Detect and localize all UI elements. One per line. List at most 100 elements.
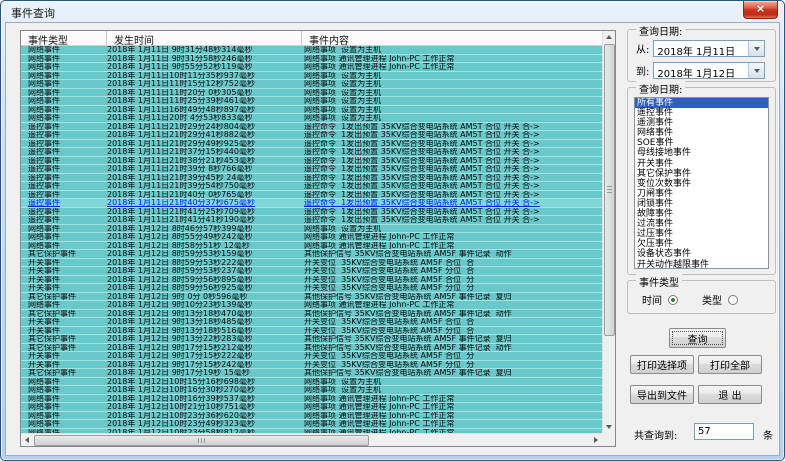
table-row[interactable]: 开关事件2018年 1月12日 9时13分18秒485毫秒开关变位 35KV综合… [21,318,602,327]
table-cell: 网络事项 通讯管理进程 John-PC 工作正常 [302,55,602,63]
horizontal-scrollbar[interactable] [21,433,602,446]
radio-type[interactable] [728,295,738,305]
list-item[interactable]: 过压事件 [635,229,768,239]
list-item[interactable]: 开关事件 [635,159,768,169]
vertical-scroll-thumb[interactable] [604,44,615,336]
table-row[interactable]: 网络事件2018年 1月12日 8时46分57秒399毫秒网络事项 设置为主机 [21,225,602,234]
table-row[interactable]: 网络事件2018年 1月12日10时21分10秒751毫秒网络事项 通讯管理进程… [21,403,602,412]
table-row[interactable]: 网络事件2018年 1月12日10时15分16秒698毫秒网络事项 设置为主机 [21,378,602,387]
list-item[interactable]: 遥测事件 [635,118,768,128]
table-row[interactable]: 网络事件2018年 1月12日 8时55分49秒242毫秒网络事项 通讯管理进程… [21,233,602,242]
table-row[interactable]: 网络事件2018年 1月11日 9时31分58秒246毫秒网络事项 通讯管理进程… [21,55,602,64]
table-row[interactable]: 遥控事件2018年 1月11日21时38分21秒453毫秒遥控命令 1发出预置 … [21,157,602,166]
table-row[interactable]: 遥控事件2018年 1月11日21时41分41秒190毫秒遥控命令 1发出预置 … [21,216,602,225]
table-row[interactable]: 网络事件2018年 1月11日 9时55分52秒119毫秒网络事项 通讯管理进程… [21,63,602,72]
list-item[interactable]: 开关动作越限事件 [635,260,768,270]
table-row[interactable]: 遥控事件2018年 1月11日21时39分45秒 24毫秒遥控命令 1发出预置 … [21,174,602,183]
table-row[interactable]: 网络事件2018年 1月11日16时49分48秒897毫秒网络事项 设置为主机 [21,106,602,115]
table-cell: 网络事项 通讯管理进程 John-PC 工作正常 [302,233,602,241]
table-row[interactable]: 网络事件2018年 1月12日10时16分30秒270毫秒网络事项 设置为主机 [21,386,602,395]
table-row[interactable]: 开关事件2018年 1月12日 8时59分56秒925毫秒开关变位 35KV综合… [21,284,602,293]
table-cell: 遥控事件 [21,123,107,131]
list-item[interactable]: 过流事件 [635,219,768,229]
table-row[interactable]: 网络事件2018年 1月11日11时15分12秒752毫秒网络事项 设置为主机 [21,80,602,89]
table-row[interactable]: 开关事件2018年 1月12日 8时59分56秒895毫秒开关变位 35KV综合… [21,276,602,285]
table-row[interactable]: 网络事件2018年 1月11日11时20分 0秒305毫秒网络事项 设置为主机 [21,89,602,98]
list-item[interactable]: 网络事件 [635,128,768,138]
list-item[interactable]: 其它保护事件 [635,169,768,179]
list-item[interactable]: 故障事件 [635,209,768,219]
list-item[interactable]: 闭锁事件 [635,199,768,209]
table-row[interactable]: 开关事件2018年 1月12日 9时17分15秒222毫秒开关变位 35KV综合… [21,352,602,361]
list-item[interactable]: 欠压事件 [635,239,768,249]
table-row[interactable]: 开关事件2018年 1月12日 9时13分18秒516毫秒开关变位 35KV综合… [21,327,602,336]
title-bar[interactable]: 事件查询 × [1,1,784,22]
column-header-content[interactable]: 事件内容 [302,31,602,45]
table-row[interactable]: 其它保护事件2018年 1月12日 9时13分22秒283毫秒其他保护信号 35… [21,335,602,344]
table-row[interactable]: 网络事件2018年 1月11日10时11分35秒937毫秒网络事项 设置为主机 [21,72,602,81]
table-cell: 2018年 1月12日 8时46分57秒399毫秒 [107,225,302,233]
from-date-combobox[interactable]: 2018年 1月11日 [653,40,765,57]
list-item[interactable]: 遥控事件 [635,108,768,118]
vertical-scrollbar[interactable] [602,31,615,433]
table-row[interactable]: 开关事件2018年 1月12日 9时17分15秒242毫秒开关变位 35KV综合… [21,361,602,370]
list-item[interactable]: 设备状态事件 [635,249,768,259]
table-row[interactable]: 其它保护事件2018年 1月12日 9时17分19秒 15毫秒其他保护信号 35… [21,369,602,378]
table-row[interactable]: 遥控事件2018年 1月11日21时40分37秒675毫秒遥控命令 1发出预置 … [21,199,602,208]
close-button[interactable]: × [743,1,778,19]
table-row[interactable]: 遥控事件2018年 1月11日21时29分49秒925毫秒遥控命令 1发出预置 … [21,140,602,149]
table-row[interactable]: 遥控事件2018年 1月11日21时41分25秒709毫秒遥控命令 1发出预置 … [21,208,602,217]
table-row[interactable]: 其它保护事件2018年 1月12日 9时13分18秒470毫秒其他保护信号 35… [21,310,602,319]
table-row[interactable]: 其它保护事件2018年 1月12日 9时 0分 0秒596毫秒其他保护信号 35… [21,293,602,302]
scrollbar-corner [602,433,615,446]
radio-time[interactable] [668,295,678,305]
list-item[interactable]: 变位次数事件 [635,179,768,189]
table-cell: 遥控命令 1发出预置 35KV综合变电站系统 AM5T 合位 开关 合-> [302,140,602,148]
table-row[interactable]: 其它保护事件2018年 1月12日 9时17分15秒212毫秒其他保护信号 35… [21,344,602,353]
table-row[interactable]: 网络事件2018年 1月12日10时16分39秒537毫秒网络事项 通讯管理进程… [21,395,602,404]
query-button[interactable]: 查询 [669,328,726,348]
table-row[interactable]: 网络事件2018年 1月12日10时23分36秒620毫秒网络事项 通讯管理进程… [21,412,602,421]
table-row[interactable]: 开关事件2018年 1月12日 8时59分53秒237毫秒开关变位 35KV综合… [21,267,602,276]
export-to-file-button[interactable]: 导出到文件 [630,385,694,404]
scroll-down-button[interactable] [603,421,615,433]
print-selected-button[interactable]: 打印选择项 [630,355,694,374]
table-row[interactable]: 开关事件2018年 1月12日 8时59分53秒222毫秒开关变位 35KV综合… [21,259,602,268]
table-row[interactable]: 网络事件2018年 1月12日 9时10分23秒139毫秒网络事项 通讯管理进程… [21,301,602,310]
table-row[interactable]: 网络事件2018年 1月11日11时25分39秒461毫秒网络事项 设置为主机 [21,97,602,106]
table-row[interactable]: 网络事件2018年 1月11日20时 4分53秒833毫秒网络事项 设置为主机 [21,114,602,123]
list-item[interactable]: 所有事件 [635,98,768,108]
column-header-type[interactable]: 事件类型 [21,31,107,45]
table-row[interactable]: 遥控事件2018年 1月11日21时37分15秒440毫秒遥控命令 1发出预置 … [21,148,602,157]
scroll-up-button[interactable] [603,31,615,43]
print-all-button[interactable]: 打印全部 [698,355,762,374]
table-cell: 遥控命令 1发出预置 35KV综合变电站系统 AM5T 合位 开关 合-> [302,174,602,182]
table-row[interactable]: 遥控事件2018年 1月11日21时29分24秒804毫秒遥控命令 1发出预置 … [21,123,602,132]
scroll-right-button[interactable] [590,434,602,446]
table-row[interactable]: 网络事件2018年 1月11日 9时31分48秒314毫秒网络事项 设置为主机 [21,46,602,55]
from-date-row: 从: 2018年 1月11日 [636,40,765,57]
table-cell: 遥控事件 [21,174,107,182]
list-item[interactable]: SOE事件 [635,138,768,148]
table-row[interactable]: 遥控事件2018年 1月11日21时40分 0秒765毫秒遥控命令 1发出预置 … [21,191,602,200]
count-unit-label: 条 [763,427,773,442]
table-row[interactable]: 网络事件2018年 1月12日 8时58分51秒 12毫秒网络事项 通讯管理进程… [21,242,602,251]
table-cell: 遥控命令 1发出预置 35KV综合变电站系统 AM5T 合位 开关 合-> [302,157,602,165]
table-cell: 2018年 1月11日20时 4分53秒833毫秒 [107,114,302,122]
table-row[interactable]: 网络事件2018年 1月12日10时23分49秒323毫秒网络事项 通讯管理进程… [21,420,602,429]
total-count-field[interactable]: 57 [694,423,754,440]
table-row[interactable]: 遥控事件2018年 1月11日21时29分41秒882毫秒遥控命令 1发出预置 … [21,131,602,140]
table-row[interactable]: 其它保护事件2018年 1月12日 8时59分53秒159毫秒其他保护信号 35… [21,250,602,259]
column-header-time[interactable]: 发生时间 [107,31,302,45]
table-row[interactable]: 遥控事件2018年 1月11日21时39分54秒750毫秒遥控命令 1发出预置 … [21,182,602,191]
exit-button[interactable]: 退 出 [698,385,762,404]
horizontal-scroll-thumb[interactable] [34,435,369,446]
list-item[interactable]: 刀闸事件 [635,189,768,199]
table-row[interactable]: 遥控事件2018年 1月11日21时39分 8秒766毫秒遥控命令 1发出预置 … [21,165,602,174]
to-date-combobox[interactable]: 2018年 1月12日 [653,62,765,79]
scroll-left-button[interactable] [21,434,33,446]
list-item[interactable]: 母线接地事件 [635,148,768,158]
event-type-listbox[interactable]: 所有事件遥控事件遥测事件网络事件SOE事件母线接地事件开关事件其它保护事件变位次… [634,97,769,269]
from-date-dropdown-button[interactable] [748,41,764,56]
to-date-dropdown-button[interactable] [748,63,764,78]
